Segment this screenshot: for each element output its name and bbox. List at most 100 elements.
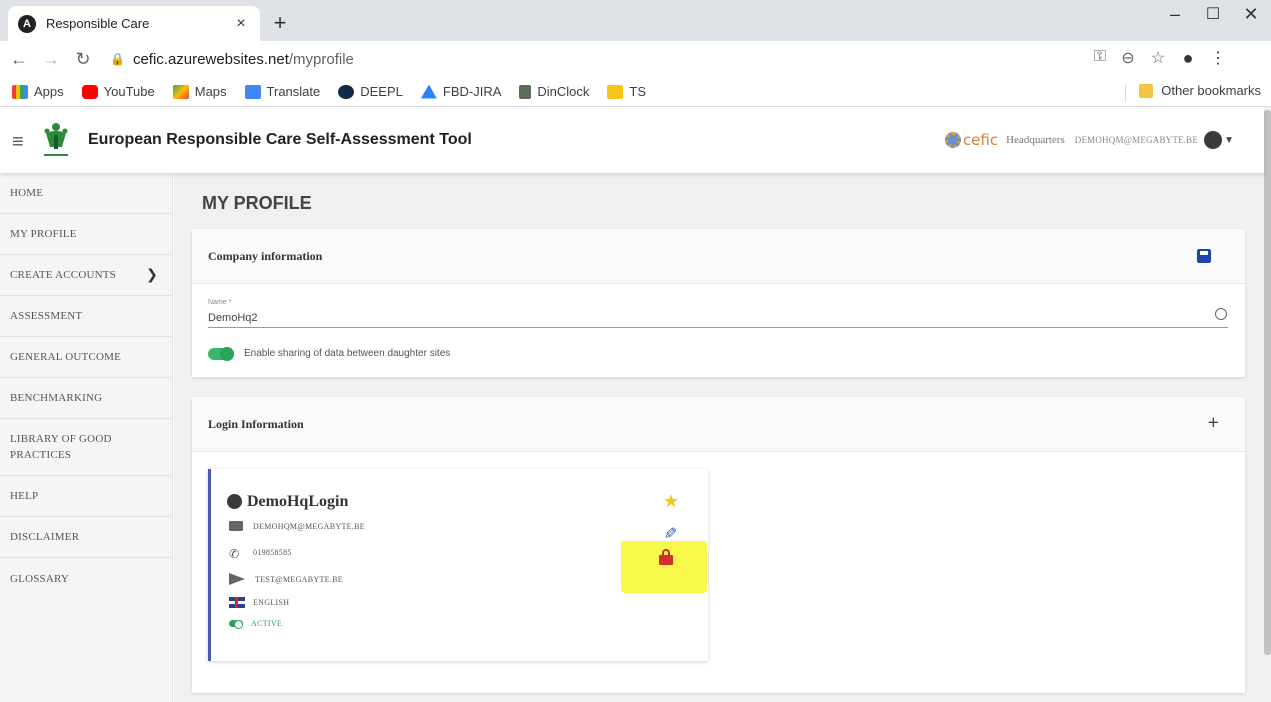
browser-tabbar: A Responsible Care × + – ☐ ✕ <box>0 0 1271 41</box>
bookmark-label: Maps <box>194 84 227 99</box>
deepl-icon <box>338 84 355 99</box>
sidebar-item-label: LIBRARY OF GOOD PRACTICES <box>10 433 112 461</box>
card-heading: Login Information <box>208 416 304 431</box>
bookmark-label: DinClock <box>537 84 590 99</box>
address-bar: ← → ↻ 🔒 cefic.azurewebsites.net/myprofil… <box>0 41 1271 77</box>
key-icon[interactable]: ⚿ <box>1088 48 1112 66</box>
app-header: ≡ European Responsible Care Self-Assessm… <box>0 107 1264 173</box>
bookmark-deepl[interactable]: DEEPL <box>338 84 403 99</box>
bookmark-label: Translate <box>266 84 321 99</box>
name-field[interactable]: DemoHq2 <box>208 312 258 324</box>
card-heading: Company information <box>208 248 323 263</box>
sidebar-item-help[interactable]: HELP <box>0 476 172 517</box>
login-email: DEMOHQM@MEGABYTE.BE <box>253 521 365 531</box>
dinclock-icon <box>519 84 532 99</box>
active-toggle[interactable] <box>229 620 243 629</box>
login-language: ENGLISH <box>253 598 290 607</box>
url-path: /myprofile <box>288 50 354 68</box>
cefic-logo-text: cefic <box>962 131 999 149</box>
hamburger-menu-icon[interactable]: ≡ <box>12 131 24 154</box>
sidebar-item-label: HOME <box>10 187 44 199</box>
page-scrollbar-thumb[interactable] <box>1264 110 1271 655</box>
bookmark-ts[interactable]: TS <box>607 84 646 99</box>
login-email-row: DEMOHQM@MEGABYTE.BE <box>229 521 365 531</box>
sidebar-item-create-accounts[interactable]: CREATE ACCOUNTS ❯ <box>0 255 172 296</box>
page-title: MY PROFILE <box>202 193 312 213</box>
sidebar-item-assessment[interactable]: ASSESSMENT <box>0 296 172 337</box>
bookmark-label: Apps <box>34 84 64 99</box>
user-circle-icon <box>227 494 242 509</box>
bookmark-dinclock[interactable]: DinClock <box>519 84 589 99</box>
url-input[interactable]: 🔒 cefic.azurewebsites.net/myprofile <box>110 45 1090 73</box>
bookmark-label: YouTube <box>103 84 155 99</box>
new-tab-button[interactable]: + <box>268 10 292 36</box>
profile-icon[interactable]: ● <box>1176 48 1200 69</box>
envelope-icon <box>229 521 243 531</box>
user-email: DEMOHQM@MEGABYTE.BE <box>1074 135 1199 145</box>
save-icon[interactable] <box>1197 249 1211 263</box>
other-bookmarks[interactable]: Other bookmarks <box>1139 83 1261 98</box>
send-icon <box>229 573 245 585</box>
bookmark-youtube[interactable]: YouTube <box>81 84 155 99</box>
bookmark-star-icon[interactable]: ☆ <box>1146 48 1170 68</box>
sidebar-item-benchmarking[interactable]: BENCHMARKING <box>0 378 172 419</box>
chevron-down-icon[interactable]: ▼ <box>1224 135 1234 146</box>
field-status-icon[interactable] <box>1215 308 1227 320</box>
sidebar-item-disclaimer[interactable]: DISCLAIMER <box>0 517 172 558</box>
sidebar-item-label: HELP <box>10 490 39 502</box>
close-window-button[interactable]: ✕ <box>1236 4 1266 25</box>
sidebar-item-label: CREATE ACCOUNTS <box>10 269 116 281</box>
forward-icon[interactable]: → <box>38 49 64 70</box>
app-title: European Responsible Care Self-Assessmen… <box>88 131 472 148</box>
menu-kebab-icon[interactable]: ⋮ <box>1206 48 1230 68</box>
cefic-logo: cefic <box>944 131 999 149</box>
sharing-toggle[interactable] <box>208 347 234 361</box>
uk-flag-icon <box>229 597 245 608</box>
login-phone: 019858585 <box>253 547 292 557</box>
login-name: DemoHqLogin <box>247 493 349 510</box>
sidebar-item-glossary[interactable]: GLOSSARY <box>0 558 172 599</box>
sidebar-item-label: MY PROFILE <box>10 228 77 240</box>
name-field-underline <box>208 327 1228 328</box>
company-info-card: Company information Name * DemoHq2 Enabl… <box>192 229 1245 377</box>
name-field-label: Name * <box>208 299 232 306</box>
sidebar-item-general-outcome[interactable]: GENERAL OUTCOME <box>0 337 172 378</box>
bookmark-translate[interactable]: Translate <box>244 84 321 99</box>
minimize-button[interactable]: – <box>1160 4 1190 25</box>
tab-close-icon[interactable]: × <box>232 15 250 33</box>
sidebar-item-my-profile[interactable]: MY PROFILE <box>0 214 172 255</box>
bookmark-maps[interactable]: Maps <box>172 84 227 99</box>
lock-body <box>659 555 673 565</box>
bookmark-label: TS <box>629 84 647 99</box>
reload-icon[interactable]: ↻ <box>70 49 96 70</box>
angular-favicon-icon: A <box>18 14 36 33</box>
back-icon[interactable]: ← <box>6 49 32 70</box>
phone-icon: ✆ <box>229 547 240 561</box>
bookmark-label: DEEPL <box>360 84 403 99</box>
sidebar-item-library[interactable]: LIBRARY OF GOOD PRACTICES <box>0 419 172 476</box>
login-status: ACTIVE <box>251 619 283 628</box>
lock-icon[interactable] <box>659 549 673 565</box>
favorite-star-icon[interactable]: ★ <box>663 491 679 512</box>
bookmark-label: FBD-JIRA <box>442 84 502 99</box>
chevron-right-icon: ❯ <box>146 267 158 283</box>
add-login-icon[interactable]: + <box>1208 412 1219 435</box>
cefic-gear-icon <box>944 132 961 148</box>
maximize-button[interactable]: ☐ <box>1198 4 1228 24</box>
login-send-row: TEST@MEGABYTE.BE <box>229 573 343 585</box>
folder-icon <box>1139 83 1154 98</box>
sharing-toggle-label: Enable sharing of data between daughter … <box>244 348 451 359</box>
user-avatar-icon[interactable] <box>1204 131 1223 149</box>
login-phone-row: ✆ 019858585 <box>229 547 292 561</box>
browser-tab[interactable]: A Responsible Care × <box>8 6 260 41</box>
bookmark-fbd-jira[interactable]: FBD-JIRA <box>420 84 502 99</box>
edit-pencil-icon[interactable]: ✎ <box>660 526 680 539</box>
translate-icon <box>244 84 261 99</box>
youtube-icon <box>81 84 98 99</box>
zoom-icon[interactable]: ⊖ <box>1116 48 1140 68</box>
sidebar-item-home[interactable]: HOME <box>0 173 172 214</box>
bookmark-apps[interactable]: Apps <box>12 84 64 99</box>
ts-icon <box>607 84 624 99</box>
tab-title: Responsible Care <box>46 16 150 31</box>
sidebar: HOME MY PROFILE CREATE ACCOUNTS ❯ ASSESSM… <box>0 173 173 702</box>
